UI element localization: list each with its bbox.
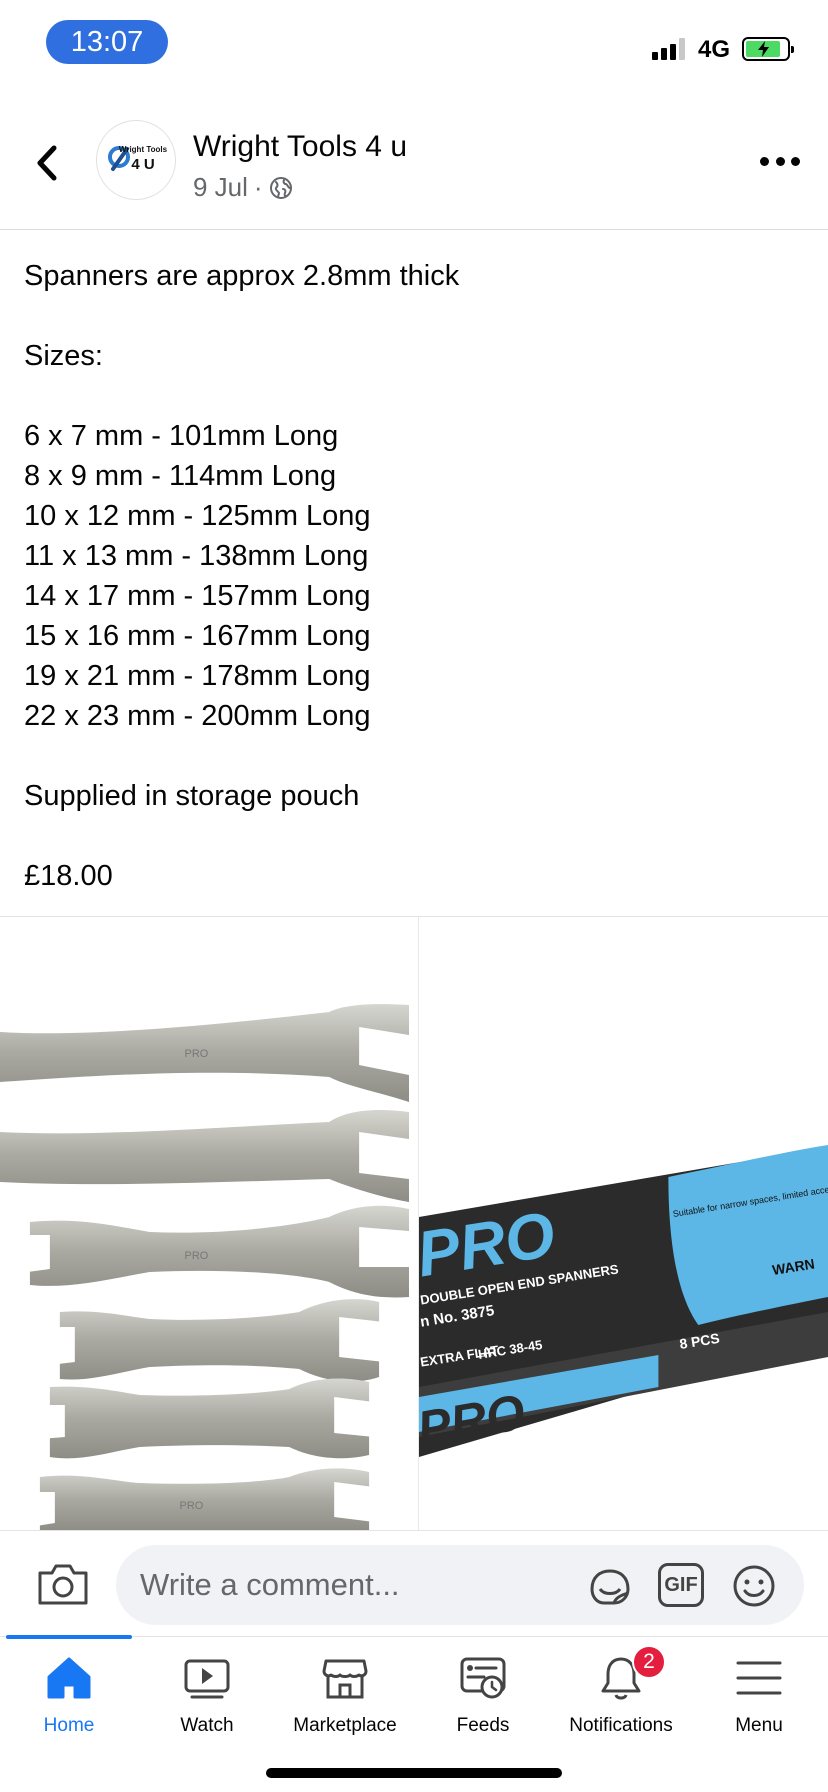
logo-line1: Wright Tools bbox=[119, 145, 168, 154]
tab-label: Watch bbox=[180, 1715, 234, 1736]
network-type: 4G bbox=[698, 36, 731, 63]
size-line: 22 x 23 mm - 200mm Long bbox=[24, 700, 371, 732]
status-time[interactable]: 13:07 bbox=[46, 20, 168, 64]
post-price: £18.00 bbox=[24, 860, 113, 892]
ellipsis-icon bbox=[775, 156, 785, 166]
globe-icon bbox=[269, 176, 292, 199]
spanner-5 bbox=[39, 1378, 375, 1459]
spanner-mark: PRO bbox=[185, 1048, 209, 1060]
watch-icon bbox=[184, 1659, 230, 1699]
post-meta: 9 Jul · bbox=[193, 172, 293, 203]
emoji-icon[interactable] bbox=[730, 1563, 778, 1609]
gif-button[interactable]: GIF bbox=[658, 1563, 704, 1607]
ellipsis-icon bbox=[791, 156, 800, 166]
page-avatar[interactable]: Wright Tools 4 U bbox=[96, 120, 176, 200]
tab-feeds[interactable]: Feeds bbox=[414, 1637, 552, 1757]
size-line: 15 x 16 mm - 167mm Long bbox=[24, 620, 371, 652]
spanner-4 bbox=[49, 1299, 385, 1382]
chevron-left-icon bbox=[37, 145, 57, 181]
photo-spanners[interactable]: PRO PRO PRO bbox=[0, 917, 409, 1531]
home-icon bbox=[47, 1657, 91, 1699]
tab-watch[interactable]: Watch bbox=[138, 1637, 276, 1757]
cellular-signal-icon bbox=[652, 38, 686, 60]
logo-line2: 4 U bbox=[131, 156, 154, 173]
spanner-mark: PRO bbox=[185, 1250, 209, 1262]
sizes-heading: Sizes: bbox=[24, 340, 103, 372]
tab-marketplace[interactable]: Marketplace bbox=[276, 1637, 414, 1757]
sticker-icon[interactable] bbox=[586, 1563, 634, 1609]
status-bar: 13:07 4G bbox=[0, 0, 828, 96]
comment-bar: Write a comment... GIF bbox=[0, 1530, 828, 1636]
size-line: 6 x 7 mm - 101mm Long bbox=[24, 420, 339, 452]
post-intro: Spanners are approx 2.8mm thick bbox=[24, 260, 460, 292]
photo-grid: PRO PRO PRO PRO DOUBLE OPEN END SPANNERS… bbox=[0, 916, 828, 1531]
spanner-2 bbox=[0, 1110, 409, 1202]
tab-label: Feeds bbox=[456, 1715, 510, 1736]
tab-label: Notifications bbox=[569, 1715, 673, 1736]
spanner-6: PRO bbox=[29, 1468, 375, 1531]
post-date[interactable]: 9 Jul bbox=[193, 172, 248, 203]
tab-label: Marketplace bbox=[293, 1715, 397, 1736]
feeds-icon bbox=[460, 1657, 506, 1699]
size-line: 14 x 17 mm - 157mm Long bbox=[24, 580, 371, 612]
comment-input[interactable]: Write a comment... GIF bbox=[116, 1545, 804, 1625]
tab-menu[interactable]: Menu bbox=[690, 1637, 828, 1757]
home-indicator bbox=[266, 1768, 562, 1778]
tab-label: Home bbox=[43, 1715, 95, 1736]
photo-packaging[interactable]: PRO DOUBLE OPEN END SPANNERS n No. 3875 … bbox=[418, 917, 828, 1531]
tab-home[interactable]: Home bbox=[0, 1637, 138, 1757]
size-line: 19 x 21 mm - 178mm Long bbox=[24, 660, 371, 692]
notification-badge: 2 bbox=[632, 1645, 666, 1679]
camera-button[interactable] bbox=[36, 1561, 90, 1607]
menu-icon bbox=[736, 1661, 782, 1695]
size-line: 11 x 13 mm - 138mm Long bbox=[24, 540, 369, 572]
meta-separator: · bbox=[253, 172, 263, 202]
tab-notifications[interactable]: 2 Notifications bbox=[552, 1637, 690, 1757]
spanner-1: PRO bbox=[0, 1004, 409, 1102]
post-note: Supplied in storage pouch bbox=[24, 780, 360, 812]
back-button[interactable] bbox=[28, 140, 68, 186]
marketplace-icon bbox=[322, 1659, 368, 1699]
tab-label: Menu bbox=[735, 1715, 783, 1736]
post-text: Spanners are approx 2.8mm thick Sizes: 6… bbox=[24, 256, 804, 896]
spanner-3: PRO bbox=[19, 1205, 409, 1298]
comment-placeholder: Write a comment... bbox=[140, 1567, 400, 1602]
more-options-button[interactable] bbox=[760, 150, 800, 172]
battery-icon bbox=[742, 37, 794, 61]
size-line: 10 x 12 mm - 125mm Long bbox=[24, 500, 371, 532]
post-header: Wright Tools 4 U Wright Tools 4 u 9 Jul … bbox=[0, 96, 828, 230]
ellipsis-icon bbox=[760, 156, 769, 166]
camera-icon bbox=[38, 1564, 88, 1605]
page-name[interactable]: Wright Tools 4 u bbox=[193, 130, 407, 164]
spanner-mark: PRO bbox=[180, 1500, 204, 1512]
size-line: 8 x 9 mm - 114mm Long bbox=[24, 460, 337, 492]
